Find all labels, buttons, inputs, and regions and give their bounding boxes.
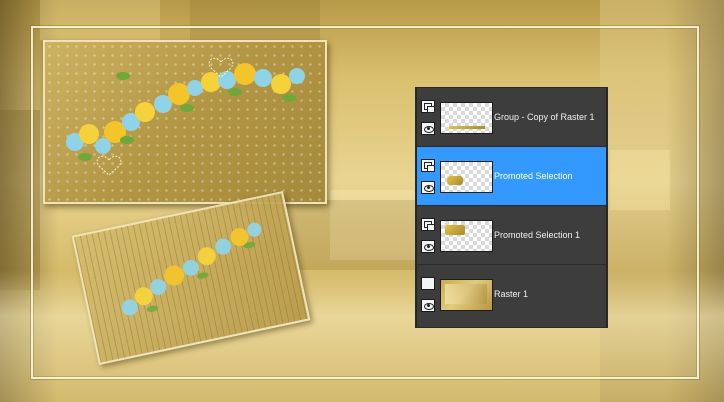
eye-icon[interactable] bbox=[421, 181, 435, 194]
layer-row-group-copy-of-raster-1[interactable]: Group - Copy of Raster 1 bbox=[417, 88, 606, 147]
layer-name: Group - Copy of Raster 1 bbox=[494, 112, 595, 122]
layer-name: Raster 1 bbox=[494, 289, 529, 299]
layer-thumbnail bbox=[440, 161, 493, 193]
flower-cluster bbox=[66, 63, 305, 161]
flower-garland bbox=[66, 57, 305, 176]
layer-thumbnail bbox=[440, 220, 493, 252]
artwork-canvas bbox=[0, 0, 724, 402]
raster-layer-icon bbox=[421, 277, 435, 290]
layers-panel: Group - Copy of Raster 1 Promoted Select… bbox=[416, 88, 607, 327]
eye-icon[interactable] bbox=[421, 240, 435, 253]
layer-row-promoted-selection-1[interactable]: Promoted Selection 1 bbox=[417, 206, 606, 265]
heart-outline bbox=[96, 155, 122, 176]
eye-icon[interactable] bbox=[421, 299, 435, 312]
layer-name: Promoted Selection 1 bbox=[494, 230, 581, 240]
layer-row-raster-1[interactable]: Raster 1 bbox=[417, 265, 606, 327]
layer-name: Promoted Selection bbox=[494, 171, 573, 181]
layer-thumbnail bbox=[440, 279, 493, 311]
group-layer-icon bbox=[421, 218, 435, 231]
layer-row-promoted-selection[interactable]: Promoted Selection bbox=[417, 147, 606, 206]
group-layer-icon bbox=[421, 159, 435, 172]
eye-icon[interactable] bbox=[421, 122, 435, 135]
layer-thumbnail bbox=[440, 102, 493, 134]
group-layer-icon bbox=[421, 100, 435, 113]
flower-photo bbox=[43, 40, 327, 204]
